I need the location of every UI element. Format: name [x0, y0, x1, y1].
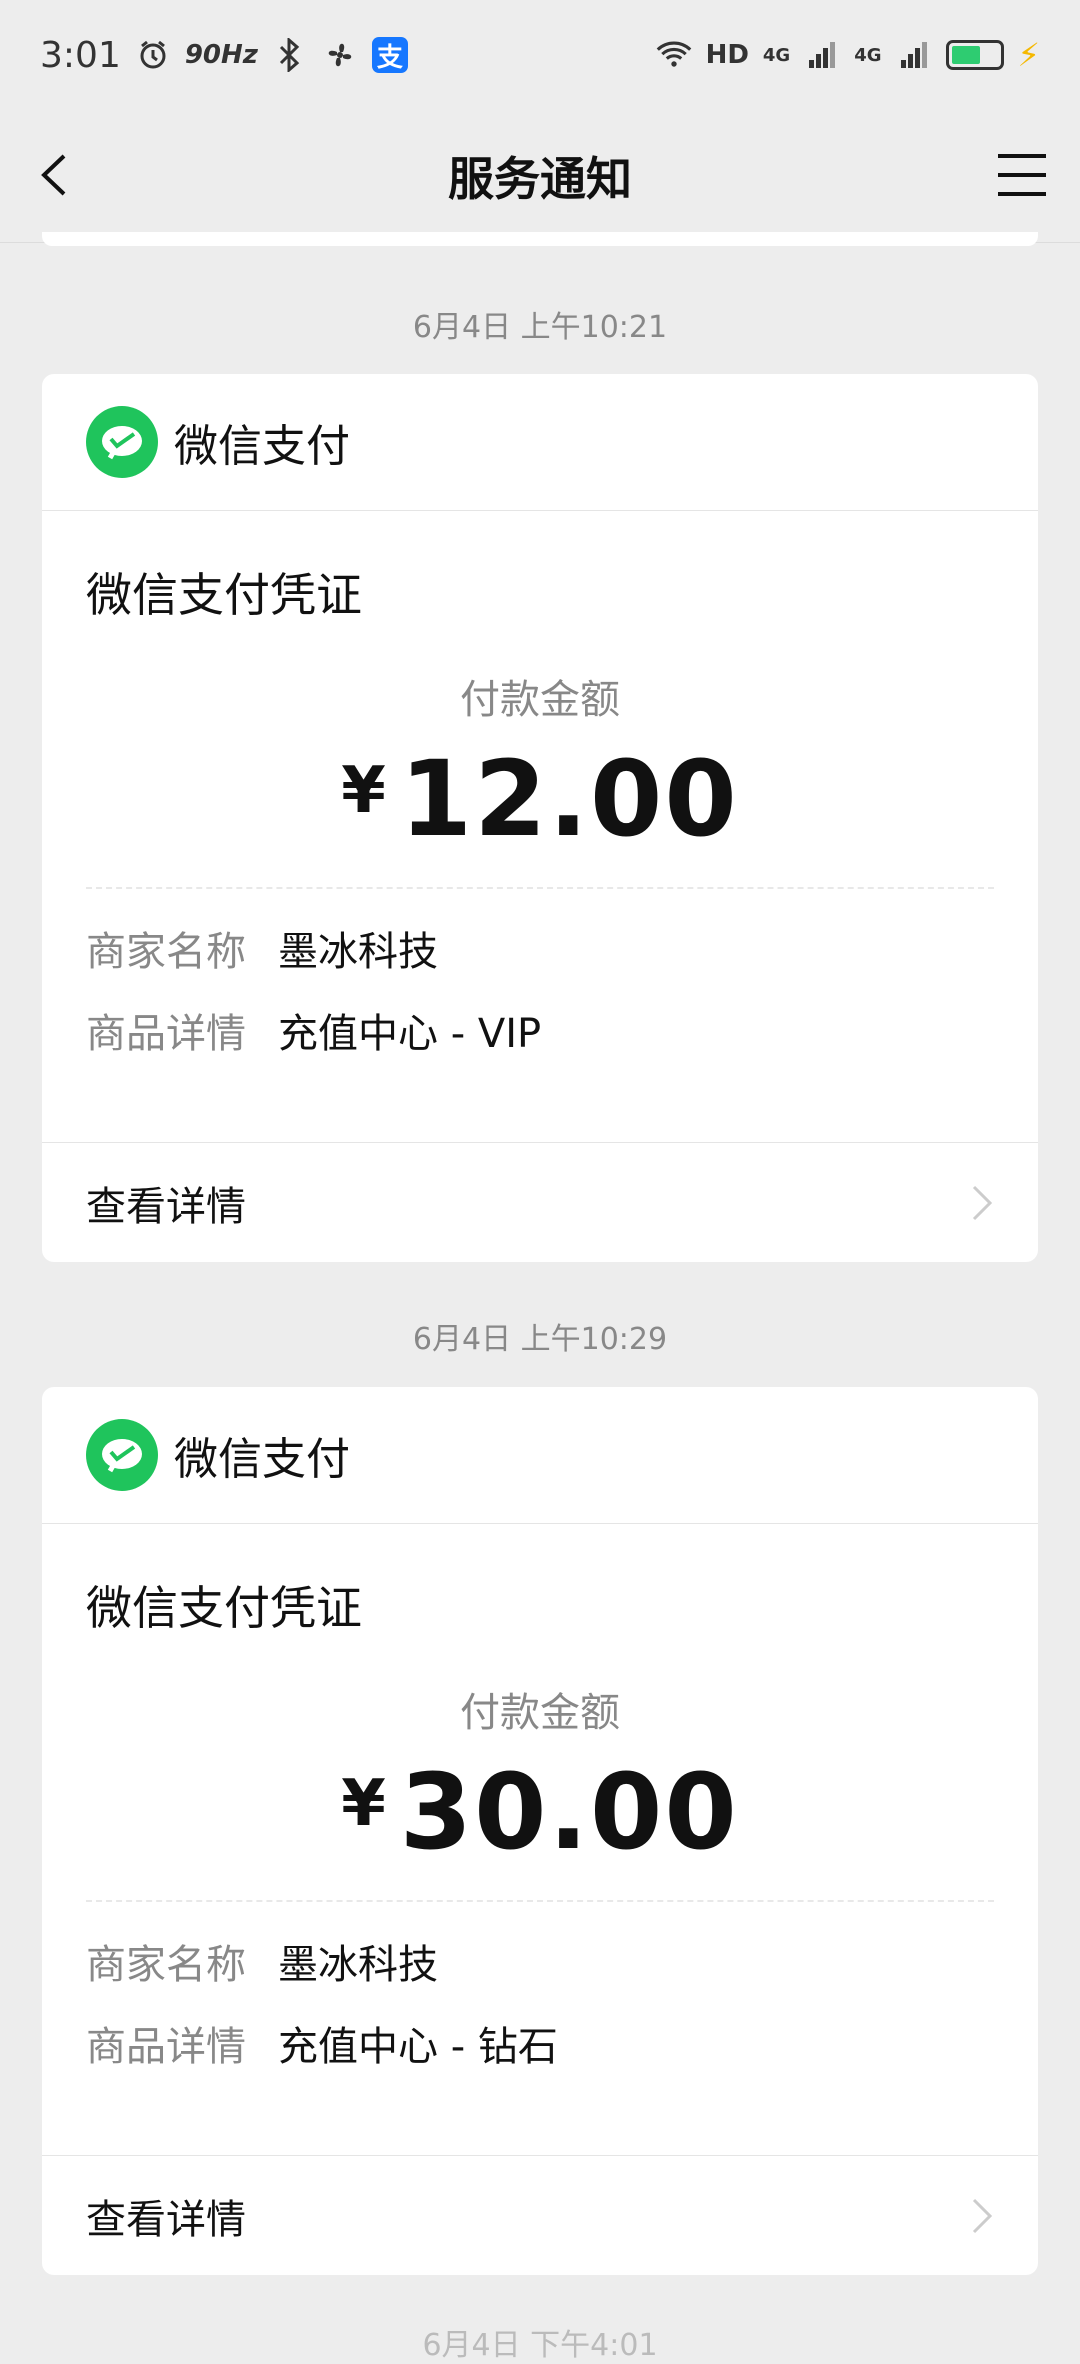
charging-icon: ⚡ — [1017, 36, 1040, 74]
status-bar-left: 3:01 90Hz 支 — [40, 35, 408, 76]
alarm-icon — [135, 37, 171, 73]
merchant-label: 商家名称 — [86, 1942, 246, 1988]
view-details-link[interactable]: 查看详情 — [42, 1142, 1038, 1262]
back-arrow-icon[interactable] — [34, 152, 80, 198]
amount-display: ¥ 30.00 — [86, 1751, 994, 1873]
product-label: 商品详情 — [86, 1011, 246, 1057]
battery-icon — [945, 40, 1004, 70]
wechat-pay-icon — [86, 406, 158, 478]
status-time: 3:01 — [40, 34, 121, 76]
card-body: 微信支付凭证 付款金额 ¥ 12.00 商家名称 墨冰科技 商品详情 充值中心 … — [42, 559, 1038, 1059]
fan-icon — [322, 37, 358, 73]
product-label: 商品详情 — [86, 2024, 246, 2070]
payment-card[interactable]: 微信支付 微信支付凭证 付款金额 ¥ 12.00 商家名称 墨冰科技 商品详情 … — [42, 374, 1038, 1262]
merchant-row: 商家名称 墨冰科技 — [86, 919, 994, 977]
card-body: 微信支付凭证 付款金额 ¥ 30.00 商家名称 墨冰科技 商品详情 充值中心 … — [42, 1572, 1038, 2072]
sim2-label: 4G — [854, 44, 882, 66]
amount-value: 12.00 — [399, 738, 739, 860]
page-title: 服务通知 — [448, 152, 632, 206]
card-header: 微信支付 — [42, 1387, 1038, 1524]
currency-symbol: ¥ — [341, 754, 386, 828]
status-bar: 3:01 90Hz 支 HD 4G 4G ⚡ — [0, 0, 1080, 110]
voucher-title: 微信支付凭证 — [86, 568, 362, 622]
chevron-right-icon — [972, 1185, 993, 1220]
wifi-icon — [656, 37, 692, 73]
merchant-row: 商家名称 墨冰科技 — [86, 1932, 994, 1990]
product-value: 充值中心 - 钻石 — [278, 2024, 558, 2070]
amount-label: 付款金额 — [460, 677, 620, 723]
currency-symbol: ¥ — [341, 1767, 386, 1841]
previous-card-edge — [42, 232, 1038, 246]
product-row: 商品详情 充值中心 - VIP — [86, 1001, 994, 1059]
amount-display: ¥ 12.00 — [86, 738, 994, 860]
payment-card[interactable]: 微信支付 微信支付凭证 付款金额 ¥ 30.00 商家名称 墨冰科技 商品详情 … — [42, 1387, 1038, 2275]
dashed-divider — [86, 887, 994, 889]
view-details-link[interactable]: 查看详情 — [42, 2155, 1038, 2275]
card-app-name: 微信支付 — [174, 421, 350, 472]
view-details-label: 查看详情 — [86, 1183, 246, 1230]
notification-timestamp: 6月4日 上午10:29 — [412, 1322, 668, 1357]
bluetooth-icon — [272, 37, 308, 73]
refresh-rate-label: 90Hz — [184, 40, 258, 70]
product-row: 商品详情 充值中心 - 钻石 — [86, 2014, 994, 2072]
product-value: 充值中心 - VIP — [278, 1011, 542, 1057]
voucher-title: 微信支付凭证 — [86, 1581, 362, 1635]
signal-icon — [896, 37, 932, 73]
menu-icon[interactable] — [996, 150, 1048, 200]
network-type-label: HD — [705, 40, 749, 70]
card-app-name: 微信支付 — [174, 1434, 350, 1485]
alipay-icon: 支 — [371, 37, 408, 73]
merchant-value: 墨冰科技 — [278, 1942, 438, 1988]
chevron-right-icon — [972, 2198, 993, 2233]
view-details-label: 查看详情 — [86, 2196, 246, 2243]
notification-timestamp-partial: 6月4日 下午4:01 — [422, 2328, 658, 2363]
amount-value: 30.00 — [399, 1751, 739, 1873]
amount-label: 付款金额 — [460, 1690, 620, 1736]
dashed-divider — [86, 1900, 994, 1902]
card-header: 微信支付 — [42, 374, 1038, 511]
notification-timestamp: 6月4日 上午10:21 — [412, 310, 668, 345]
wechat-pay-icon — [86, 1419, 158, 1491]
status-bar-right: HD 4G 4G ⚡ — [656, 36, 1040, 74]
merchant-value: 墨冰科技 — [278, 929, 438, 975]
merchant-label: 商家名称 — [86, 929, 246, 975]
battery-level-fill — [951, 46, 981, 64]
nav-bar: 服务通知 — [0, 110, 1080, 243]
signal-icon — [804, 37, 840, 73]
sim1-label: 4G — [762, 44, 791, 66]
